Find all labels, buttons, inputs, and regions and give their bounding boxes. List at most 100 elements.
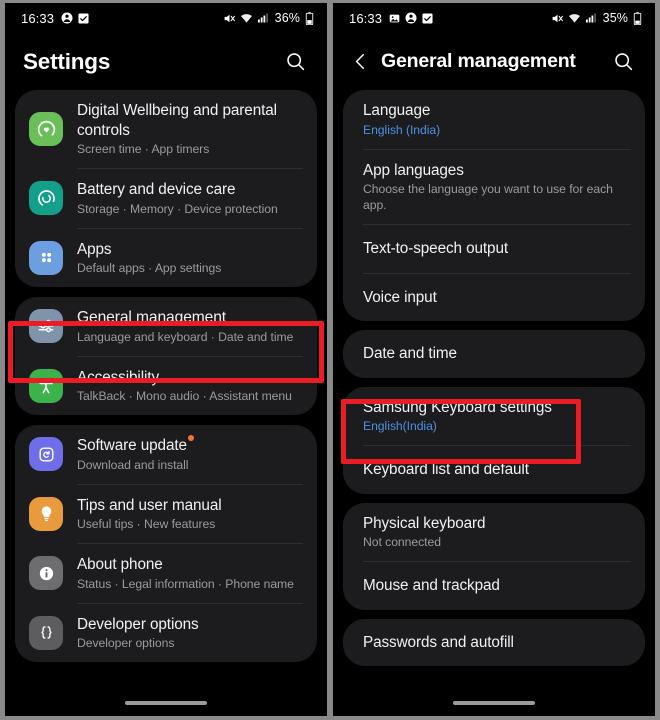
back-arrow-icon[interactable] [345,47,375,77]
status-time: 16:33 [21,10,55,26]
list-item-general-management[interactable]: General management Language and keyboard… [15,297,317,356]
mute-icon [551,12,564,25]
list-item-subtitle: Useful tips · New features [77,517,216,531]
settings-group: Passwords and autofill [343,618,645,667]
list-item-app-languages[interactable]: App languages Choose the language you wa… [343,150,645,225]
list-item-subtitle: Download and install [77,457,189,472]
settings-group: Physical keyboard Not connected Mouse an… [343,502,645,610]
settings-group-highlighted: General management Language and keyboard… [15,297,317,415]
battery-percent: 35% [602,11,628,25]
list-item-title: Battery and device care [77,181,236,198]
list-item-title: Physical keyboard [363,514,486,532]
list-item-subtitle: Storage · Memory · Device protection [77,201,278,216]
list-item-title: Mouse and trackpad [363,577,500,594]
general-management-header: General management [333,33,655,90]
settings-group: Digital Wellbeing and parental controls … [15,90,317,287]
phone-screenshot-general-management: 16:33 35% General management Language En… [333,3,655,716]
list-item-subtitle: Not connected [363,535,441,549]
list-item-title: Language [363,102,431,119]
list-item-subtitle: Screen time · App timers [77,142,210,156]
screenshot-pair: 16:33 36% Settings Digital Wellbeing and… [0,0,660,720]
wifi-icon [568,12,581,25]
list-item-title: Date and time [363,345,457,362]
battery-icon [633,11,642,25]
phone-screenshot-settings: 16:33 36% Settings Digital Wellbeing and… [5,3,327,716]
battery-percent: 36% [274,11,300,25]
digital-wellbeing-icon [29,112,63,146]
general-management-list[interactable]: Language English (India) App languages C… [333,90,655,690]
search-icon[interactable] [607,46,639,78]
signal-icon [257,12,269,24]
list-item-accessibility[interactable]: Accessibility TalkBack · Mono audio · As… [15,357,317,416]
list-item-tips-and-user-manual[interactable]: Tips and user manual Useful tips · New f… [15,485,317,544]
list-item-software-update[interactable]: Software update Download and install [15,425,317,484]
status-bar-left: 16:33 36% [5,3,327,33]
mute-icon [223,12,236,25]
list-item-title: Developer options [77,615,199,633]
list-item-subtitle: Default apps · App settings [77,261,222,275]
list-item-title: About phone [77,556,163,573]
status-bar-right: 16:33 35% [333,3,655,33]
list-item-subtitle: English(India) [363,419,437,433]
settings-group: Date and time [343,330,645,378]
image-icon [389,13,400,24]
list-item-title: Samsung Keyboard settings [363,398,552,416]
list-item-date-and-time[interactable]: Date and time [343,330,645,378]
person-icon [405,12,417,24]
update-badge-dot [187,434,194,441]
sliders-icon [29,309,63,344]
list-item-title: Keyboard list and default [363,461,529,478]
list-item-title-text: Software update [77,437,187,454]
checkbox-icon [78,12,89,24]
list-item-subtitle: Language and keyboard · Date and time [77,329,294,344]
list-item-text-to-speech-output[interactable]: Text-to-speech output [343,225,645,273]
list-item-title: Voice input [363,288,437,306]
page-title: Settings [23,48,111,74]
apps-icon [29,240,63,275]
list-item-about-phone[interactable]: About phone Status · Legal information ·… [15,544,317,603]
battery-care-icon [29,181,63,216]
list-item-apps[interactable]: Apps Default apps · App settings [15,229,317,288]
list-item-title: Software update [77,434,303,456]
page-title: General management [381,50,576,72]
list-item-subtitle: Developer options [77,636,175,650]
list-item-title: Apps [77,240,112,258]
list-item-keyboard-list-and-default[interactable]: Keyboard list and default [343,446,645,494]
list-item-samsung-keyboard-settings[interactable]: Samsung Keyboard settings English(India) [343,387,645,446]
person-icon [61,12,73,24]
settings-group: Software update Download and install Tip… [15,425,317,662]
software-update-icon [29,437,63,472]
lightbulb-icon [29,496,63,531]
list-item-title: Digital Wellbeing and parental controls [77,102,277,139]
signal-icon [585,12,597,24]
list-item-subtitle: Choose the language you want to use for … [363,182,613,212]
list-item-title: General management [77,309,227,326]
search-icon[interactable] [279,46,311,78]
list-item-title: Passwords and autofill [363,633,514,651]
list-item-developer-options[interactable]: Developer options Developer options [15,604,317,663]
list-item-title: Tips and user manual [77,496,222,514]
list-item-mouse-and-trackpad[interactable]: Mouse and trackpad [343,562,645,610]
settings-list-left[interactable]: Digital Wellbeing and parental controls … [5,90,327,690]
list-item-title: Text-to-speech output [363,240,509,257]
list-item-language[interactable]: Language English (India) [343,90,645,149]
list-item-title: Accessibility [77,368,160,386]
info-icon [29,556,63,591]
list-item-subtitle: Status · Legal information · Phone name [77,576,294,591]
settings-header: Settings [5,33,327,90]
settings-group-highlighted: Samsung Keyboard settings English(India)… [343,386,645,494]
list-item-battery-and-device-care[interactable]: Battery and device care Storage · Memory… [15,169,317,228]
battery-icon [305,11,314,25]
braces-icon [29,615,63,650]
status-time: 16:33 [349,10,383,26]
home-indicator-right[interactable] [333,690,655,716]
accessibility-icon [29,368,63,403]
wifi-icon [240,12,253,25]
list-item-subtitle: English (India) [363,122,441,137]
list-item-physical-keyboard[interactable]: Physical keyboard Not connected [343,503,645,562]
list-item-digital-wellbeing[interactable]: Digital Wellbeing and parental controls … [15,90,317,168]
home-indicator-left[interactable] [5,690,327,716]
checkbox-icon [422,12,433,24]
list-item-passwords-and-autofill[interactable]: Passwords and autofill [343,619,645,667]
list-item-voice-input[interactable]: Voice input [343,274,645,322]
